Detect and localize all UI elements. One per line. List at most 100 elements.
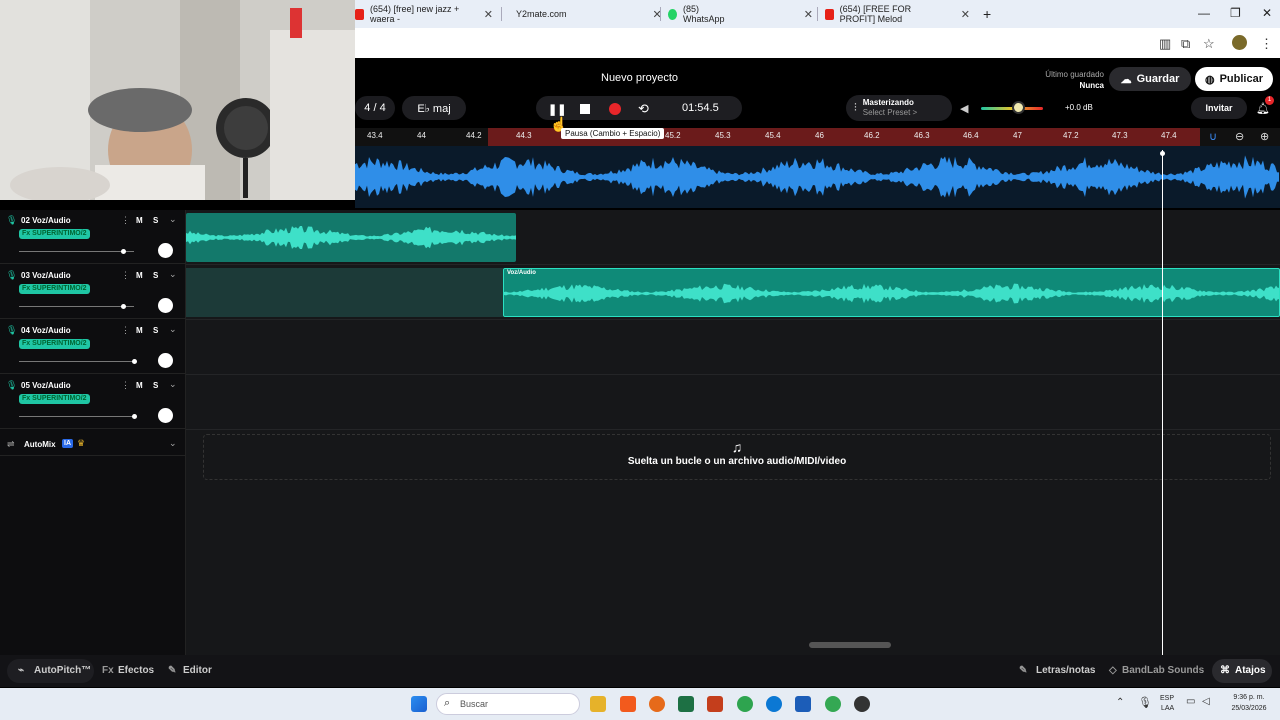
more-icon[interactable]: ⋮ [121, 325, 130, 336]
word-icon[interactable] [795, 696, 811, 712]
fx-preset-badge[interactable]: Fx SUPERINTIMO/2 [19, 229, 90, 239]
audio-clip[interactable] [186, 213, 516, 262]
track-header[interactable]: 🎙︎ 04 Voz/Audio ⋮ M S ⌄ Fx SUPERINTIMO/2 [0, 320, 186, 374]
mute-button[interactable]: M [136, 381, 143, 390]
automix-row[interactable]: ⇌ AutoMix IA ♛ ⌄ [0, 434, 186, 456]
solo-button[interactable]: S [153, 271, 158, 280]
track-volume-handle[interactable] [120, 249, 126, 254]
track-volume-handle[interactable] [132, 359, 137, 364]
track-header[interactable]: 🎙︎ 02 Voz/Audio ⋮ M S ⌄ Fx SUPERINTIMO/2 [0, 210, 186, 264]
browser-tab-2[interactable]: Y2mate.com ✕ [510, 0, 662, 28]
horizontal-scrollbar[interactable] [809, 642, 891, 648]
restore-icon[interactable]: ❐ [1230, 6, 1241, 20]
microphone-icon[interactable]: 🎙︎ [1138, 696, 1152, 709]
lyrics-button[interactable]: Letras/notas [1036, 665, 1095, 676]
mute-button[interactable]: M [136, 326, 143, 335]
bandlab-sounds-button[interactable]: BandLab Sounds [1122, 665, 1204, 676]
file-explorer-icon[interactable] [590, 696, 606, 712]
mastering-button[interactable]: ⫶ Masterizando Select Preset > [846, 95, 952, 121]
zoom-in-icon[interactable]: ⊕ [1260, 130, 1269, 143]
invite-button[interactable]: Invitar [1191, 97, 1247, 119]
track-volume-slider[interactable] [19, 361, 134, 362]
close-icon[interactable]: ✕ [484, 8, 493, 21]
obs-icon[interactable] [854, 696, 870, 712]
speaker-icon[interactable]: ◀ [960, 102, 968, 115]
track-header[interactable]: 🎙︎ 03 Voz/Audio ⋮ M S ⌄ Fx SUPERINTIMO/2 [0, 265, 186, 319]
timeline-ruler[interactable]: 43.4 44 44.2 44.3 45.2 45.3 45.4 46 46.2 46.3 46.4… [355, 128, 1280, 146]
track-01-clip-waveform[interactable] [355, 146, 1280, 208]
track-lane[interactable]: Voz/Audio [186, 265, 1280, 320]
track-header[interactable]: 🎙︎ 05 Voz/Audio ⋮ M S ⌄ Fx SUPERINTIMO/2 [0, 375, 186, 429]
tray-chevron-icon[interactable]: ⌃ [1116, 697, 1124, 708]
track-lane[interactable] [186, 320, 1280, 375]
pan-knob[interactable] [158, 353, 173, 368]
track-name[interactable]: 04 Voz/Audio [21, 326, 71, 335]
chrome-profile-icon[interactable] [825, 696, 841, 712]
close-icon[interactable]: ✕ [961, 8, 970, 21]
pan-knob[interactable] [158, 408, 173, 423]
chevron-down-icon[interactable]: ⌄ [169, 438, 177, 449]
audio-clip[interactable]: Voz/Audio [503, 268, 1280, 317]
track-volume-slider[interactable] [19, 251, 134, 252]
solo-button[interactable]: S [153, 326, 158, 335]
more-icon[interactable]: ⋮ [121, 215, 130, 226]
track-volume-handle[interactable] [132, 414, 137, 419]
arrange-view[interactable]: Voz/Audio [186, 210, 1280, 655]
more-icon[interactable]: ⋮ [121, 380, 130, 391]
project-title[interactable]: Nuevo proyecto [601, 72, 678, 84]
stop-icon[interactable] [580, 104, 590, 114]
more-icon[interactable]: ⋮ [121, 270, 130, 281]
track-name[interactable]: 05 Voz/Audio [21, 381, 71, 390]
minimize-icon[interactable]: — [1198, 6, 1210, 20]
chevron-down-icon[interactable]: ⌄ [169, 214, 177, 225]
profile-avatar[interactable] [1232, 35, 1247, 50]
close-icon[interactable]: ✕ [804, 8, 813, 21]
time-signature[interactable]: 4 / 4 [355, 96, 395, 120]
loop-icon[interactable]: ⟲ [638, 101, 649, 117]
save-button[interactable]: ☁ Guardar [1109, 67, 1191, 91]
taskbar-search[interactable]: ⌕ Buscar [436, 693, 580, 715]
window-close-icon[interactable]: ✕ [1262, 6, 1272, 20]
reading-list-icon[interactable]: ▥ [1159, 36, 1171, 52]
bookmark-star-icon[interactable]: ☆ [1203, 36, 1215, 52]
clock-date[interactable]: 25/03/2026 [1224, 705, 1274, 712]
solo-button[interactable]: S [153, 216, 158, 225]
browser-tab-1[interactable]: (654) [free] new jazz + waera - ✕ [355, 0, 493, 28]
chevron-down-icon[interactable]: ⌄ [169, 269, 177, 280]
install-app-icon[interactable]: ⧉ [1181, 36, 1190, 52]
pause-icon[interactable]: ❚❚ [548, 103, 566, 116]
track-name[interactable]: 03 Voz/Audio [21, 271, 71, 280]
pan-knob[interactable] [158, 243, 173, 258]
effects-button[interactable]: Efectos [118, 665, 154, 676]
excel-icon[interactable] [678, 696, 694, 712]
fx-preset-badge[interactable]: Fx SUPERINTIMO/2 [19, 394, 90, 404]
chrome-icon[interactable] [737, 696, 753, 712]
playhead-handle[interactable] [1160, 151, 1165, 156]
keyboard-layout[interactable]: LAA [1161, 705, 1174, 712]
new-tab-button[interactable]: + [983, 0, 991, 28]
chevron-down-icon[interactable]: ⌄ [169, 324, 177, 335]
browser-menu-icon[interactable]: ⋮ [1260, 36, 1273, 52]
network-icon[interactable]: ▭ [1186, 696, 1195, 707]
powerpoint-icon[interactable] [707, 696, 723, 712]
magnet-snap-icon[interactable]: ∪ [1209, 130, 1217, 143]
clock-time[interactable]: 9:36 p. m. [1224, 694, 1274, 701]
track-lane[interactable] [186, 375, 1280, 430]
record-icon[interactable] [609, 103, 621, 115]
track-volume-slider[interactable] [19, 306, 134, 307]
track-name[interactable]: 02 Voz/Audio [21, 216, 71, 225]
track-volume-handle[interactable] [120, 304, 126, 309]
pan-knob[interactable] [158, 298, 173, 313]
browser-tab-4[interactable]: (654) [FREE FOR PROFIT] Melod ✕ [825, 0, 970, 28]
editor-button[interactable]: Editor [183, 665, 212, 676]
track-lane[interactable] [186, 210, 1280, 265]
language-code[interactable]: ESP [1160, 695, 1174, 702]
drop-zone[interactable]: ♫ Suelta un bucle o un archivo audio/MID… [203, 434, 1271, 480]
track-volume-slider[interactable] [19, 416, 134, 417]
firefox-icon[interactable] [649, 696, 665, 712]
brave-icon[interactable] [620, 696, 636, 712]
publish-button[interactable]: ◍ Publicar [1195, 67, 1273, 91]
chevron-down-icon[interactable]: ⌄ [169, 379, 177, 390]
master-volume-knob[interactable] [1012, 101, 1026, 114]
browser-tab-3[interactable]: (85) WhatsApp ✕ [668, 0, 813, 28]
